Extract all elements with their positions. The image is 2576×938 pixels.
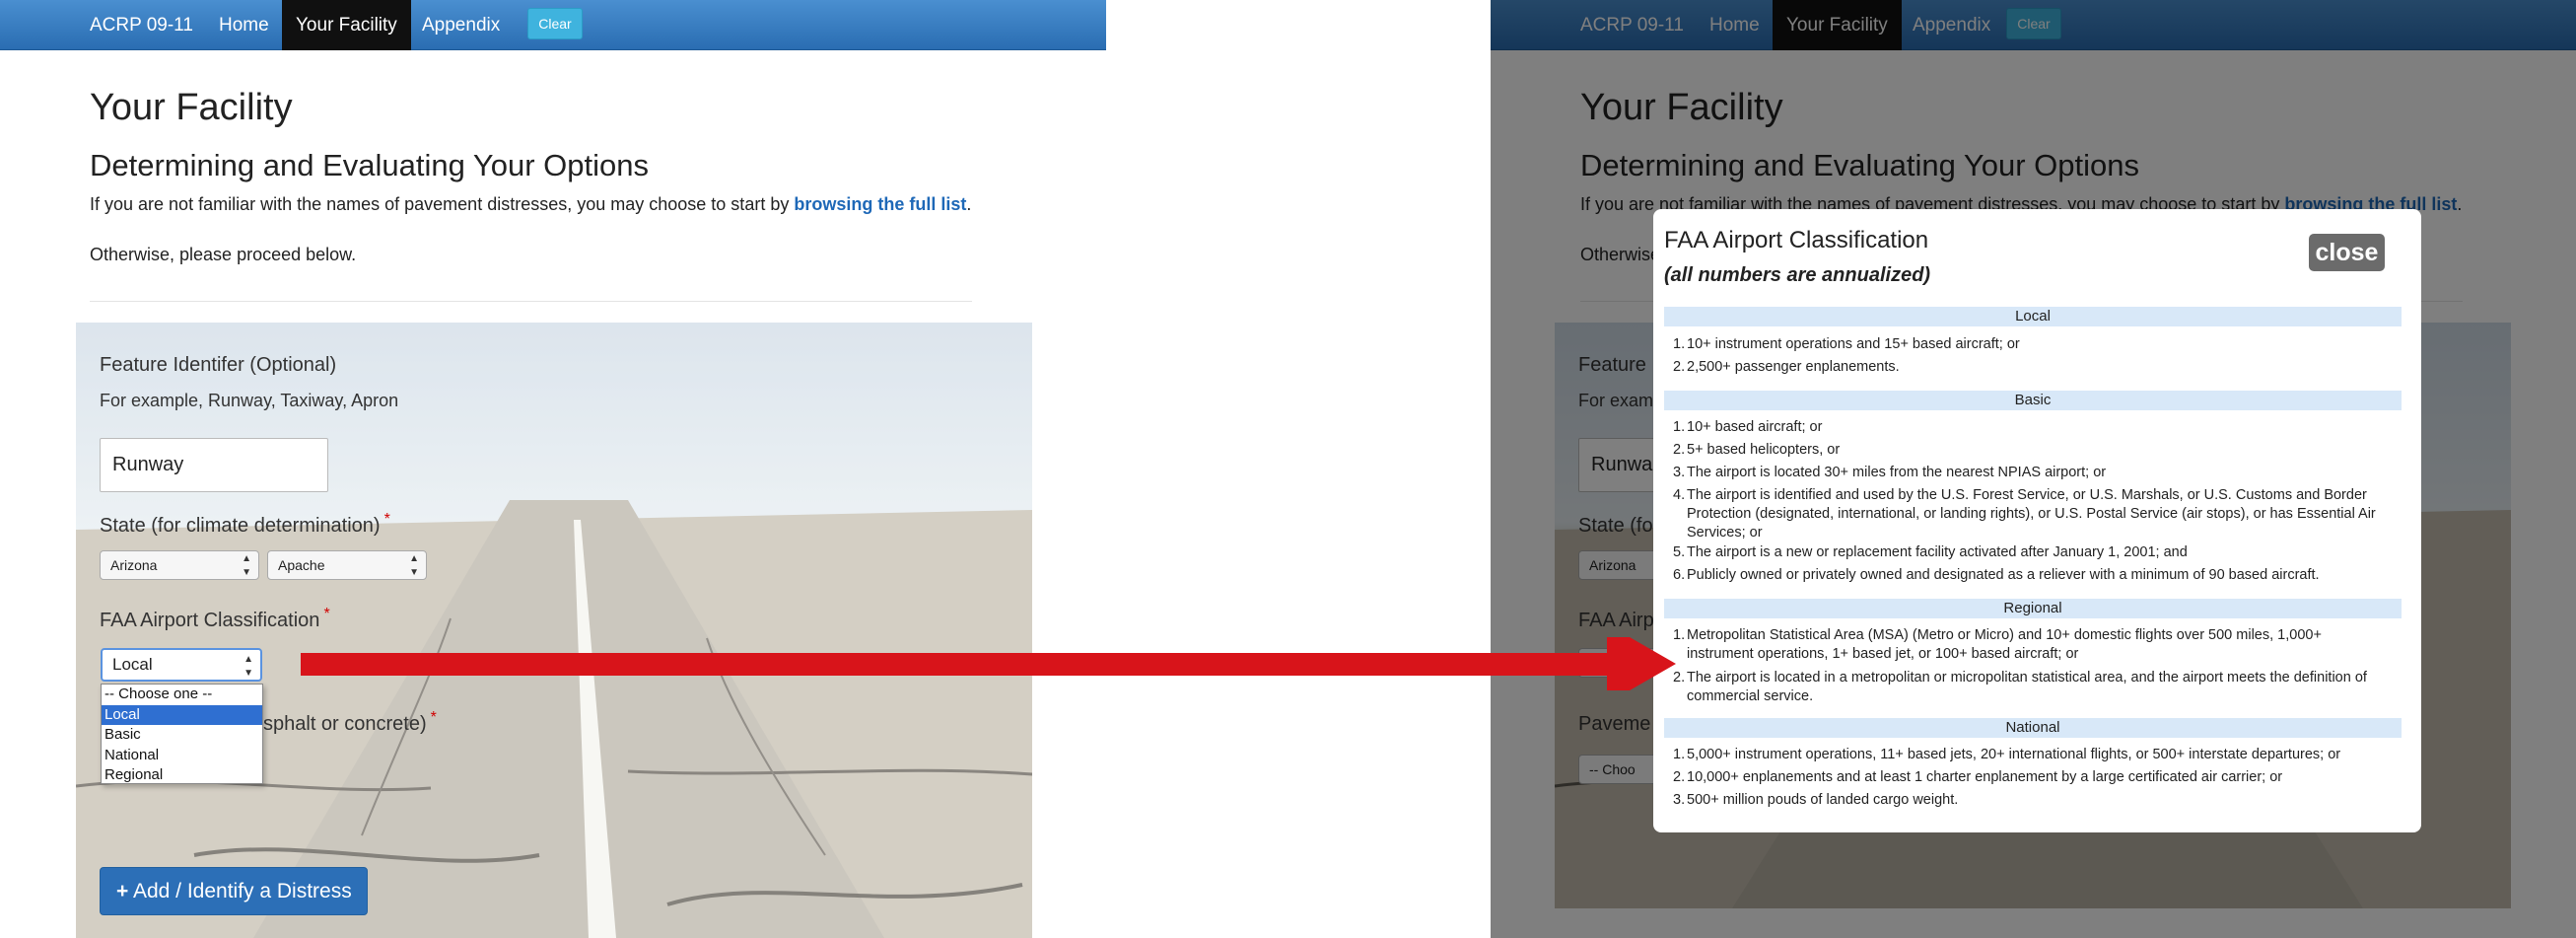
- red-arrow: [301, 637, 1676, 690]
- arrow-shaft: [301, 653, 1617, 676]
- arrow-head: [1607, 637, 1676, 690]
